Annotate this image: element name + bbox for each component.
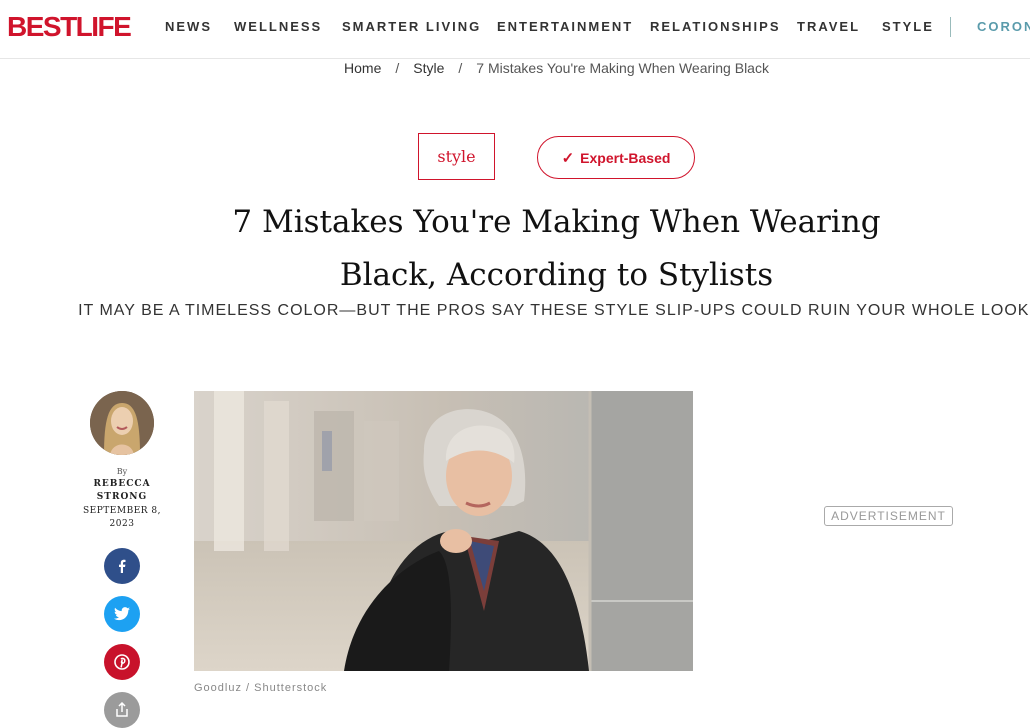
article-title-line-2: Black, According to Stylists [339, 257, 774, 293]
share-button[interactable] [104, 692, 140, 728]
nav-item-coronavirus[interactable]: CORON [977, 19, 1030, 34]
advertisement-label: ADVERTISEMENT [824, 506, 953, 526]
facebook-icon [119, 559, 126, 573]
article-subtitle: IT MAY BE A TIMELESS COLOR—BUT THE PROS … [78, 302, 1030, 319]
article-title: 7 Mistakes You're Making When Wearing Bl… [200, 196, 913, 302]
author-info: By REBECCA STRONG SEPTEMBER 8, 2023 [78, 466, 166, 531]
nav-item-wellness[interactable]: WELLNESS [234, 19, 322, 34]
publish-date: SEPTEMBER 8, 2023 [78, 505, 166, 531]
twitter-share-button[interactable] [104, 596, 140, 632]
nav-item-style[interactable]: STYLE [882, 19, 934, 34]
breadcrumb-separator: / [395, 60, 400, 76]
author-avatar[interactable] [90, 391, 154, 455]
facebook-share-button[interactable] [104, 548, 140, 584]
breadcrumb-home[interactable]: Home [344, 60, 381, 76]
publish-date-line-1: SEPTEMBER 8, [83, 506, 161, 516]
nav-item-entertainment[interactable]: ENTERTAINMENT [497, 19, 633, 34]
breadcrumb-current: 7 Mistakes You're Making When Wearing Bl… [476, 60, 769, 76]
site-header: BESTLIFE NEWS WELLNESS SMARTER LIVING EN… [0, 0, 1030, 59]
nav-item-news[interactable]: NEWS [165, 19, 212, 34]
check-icon: ✓ [561, 149, 575, 167]
category-tag[interactable]: style [418, 133, 495, 180]
expert-based-badge[interactable]: ✓ Expert-Based [537, 136, 695, 179]
author-name-line-1: REBECCA [93, 479, 151, 489]
article-hero-image [194, 391, 693, 671]
pinterest-share-button[interactable] [104, 644, 140, 680]
image-credit: Goodluz / Shutterstock [194, 682, 328, 694]
breadcrumb: Home / Style / 7 Mistakes You're Making When… [0, 60, 1030, 76]
expert-based-label: Expert-Based [580, 149, 671, 166]
nav-item-relationships[interactable]: RELATIONSHIPS [650, 19, 781, 34]
byline-prefix: By [116, 467, 128, 476]
share-icon [116, 702, 128, 717]
article-title-line-1: 7 Mistakes You're Making When Wearing [232, 204, 881, 240]
breadcrumb-separator: / [458, 60, 463, 76]
author-name-line-2: STRONG [96, 492, 148, 502]
nav-item-travel[interactable]: TRAVEL [797, 19, 860, 34]
author-name[interactable]: REBECCA STRONG [78, 478, 166, 504]
site-logo[interactable]: BESTLIFE [7, 10, 132, 44]
nav-item-smarter-living[interactable]: SMARTER LIVING [342, 19, 481, 34]
nav-divider [950, 17, 951, 37]
breadcrumb-style[interactable]: Style [413, 60, 444, 76]
twitter-icon [114, 607, 130, 621]
hero-photo [194, 391, 693, 671]
publish-date-line-2: 2023 [109, 519, 135, 529]
pinterest-icon [114, 654, 130, 670]
